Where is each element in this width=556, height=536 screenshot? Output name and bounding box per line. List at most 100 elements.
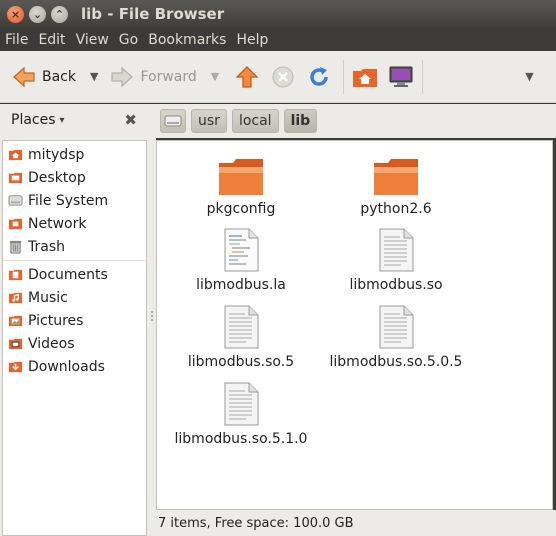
reload-button[interactable] <box>307 57 331 97</box>
stop-button[interactable] <box>271 57 295 97</box>
minimize-window-button[interactable]: ⌄ <box>29 5 46 23</box>
stop-icon <box>272 66 294 87</box>
drive-icon <box>164 115 182 127</box>
sidebar-item-mitydsp[interactable]: mitydsp <box>3 143 146 166</box>
forward-history-dropdown[interactable]: ▼ <box>211 70 219 83</box>
text-file-icon <box>224 382 259 426</box>
menu-bar: File Edit View Go Bookmarks Help <box>0 28 556 51</box>
desktop-folder-icon <box>8 172 23 184</box>
computer-button[interactable] <box>388 57 414 97</box>
back-label: Back <box>42 68 76 85</box>
folder-icon <box>8 269 23 281</box>
text-file-icon <box>379 228 414 272</box>
home-folder-icon <box>353 68 378 87</box>
places-header[interactable]: Places ▾ ✖ <box>0 104 149 136</box>
crumb-filesystem-root[interactable] <box>160 109 186 133</box>
sidebar: Places ▾ ✖ mitydsp Desktop File System N… <box>0 104 149 536</box>
pictures-folder-icon <box>8 315 23 327</box>
menu-edit[interactable]: Edit <box>33 32 70 48</box>
file-name: libmodbus.la <box>196 277 286 293</box>
file-view: pkgconfig python2.6 libmodbus.la libmodb… <box>156 140 553 510</box>
sidebar-item-label: Pictures <box>28 312 84 329</box>
back-history-dropdown[interactable]: ▼ <box>90 70 98 83</box>
chevron-down-icon: ▾ <box>59 114 65 126</box>
music-folder-icon <box>8 292 23 304</box>
menu-bookmarks[interactable]: Bookmarks <box>143 32 231 48</box>
sidebar-item-file-system[interactable]: File System <box>3 189 146 212</box>
file-item-file[interactable]: libmodbus.so <box>321 227 471 293</box>
sidebar-item-label: Desktop <box>28 169 86 186</box>
status-text: 7 items, Free space: 100.0 GB <box>158 515 354 531</box>
downloads-folder-icon <box>8 361 23 373</box>
menu-go[interactable]: Go <box>114 32 143 48</box>
back-button[interactable]: Back <box>12 57 76 97</box>
pane-splitter[interactable] <box>149 104 156 536</box>
videos-folder-icon <box>8 338 23 350</box>
splitter-grip <box>151 311 153 321</box>
file-name: libmodbus.so <box>349 277 443 293</box>
reload-icon <box>310 66 329 86</box>
path-bar: usr local lib <box>156 104 556 138</box>
computer-icon <box>389 66 413 87</box>
sidebar-item-pictures[interactable]: Pictures <box>3 309 146 332</box>
text-file-icon <box>379 305 414 349</box>
file-item-file[interactable]: libmodbus.so.5.0.5 <box>321 304 471 370</box>
file-item-file[interactable]: libmodbus.so.5.1.0 <box>166 381 316 447</box>
close-window-button[interactable]: × <box>7 5 24 23</box>
text-file-icon <box>224 305 259 349</box>
up-arrow-icon <box>235 65 259 88</box>
back-arrow-icon <box>13 66 35 87</box>
folder-icon <box>219 159 263 195</box>
menu-view[interactable]: View <box>71 32 114 48</box>
sidebar-item-music[interactable]: Music <box>3 286 146 309</box>
sidebar-item-label: Documents <box>28 266 108 283</box>
file-item-script[interactable]: libmodbus.la <box>166 227 316 293</box>
crumb-lib[interactable]: lib <box>283 109 318 133</box>
forward-arrow-icon <box>111 66 134 87</box>
toolbar: Back ▼ Forward ▼ ▼ <box>0 51 556 103</box>
sidebar-item-downloads[interactable]: Downloads <box>3 355 146 378</box>
title-bar: × ⌄ ⌃ lib - File Browser <box>0 0 556 28</box>
sidebar-item-documents[interactable]: Documents <box>3 263 146 286</box>
sidebar-item-label: Trash <box>28 238 65 255</box>
sidebar-item-videos[interactable]: Videos <box>3 332 146 355</box>
file-name: python2.6 <box>360 201 432 217</box>
sidebar-item-label: Music <box>28 289 68 306</box>
sidebar-item-label: Downloads <box>28 358 105 375</box>
sidebar-item-desktop[interactable]: Desktop <box>3 166 146 189</box>
places-list: mitydsp Desktop File System Network Tras… <box>2 140 147 536</box>
file-name: pkgconfig <box>206 201 276 217</box>
forward-button[interactable]: Forward <box>110 57 197 97</box>
file-item-folder[interactable]: python2.6 <box>321 157 471 217</box>
menu-file[interactable]: File <box>0 32 33 48</box>
sidebar-item-network[interactable]: Network <box>3 212 146 235</box>
script-file-icon <box>224 228 259 272</box>
folder-icon <box>374 159 418 195</box>
file-name: libmodbus.so.5 <box>187 354 295 370</box>
maximize-window-button[interactable]: ⌃ <box>51 5 68 23</box>
sidebar-item-label: Network <box>28 215 87 232</box>
trash-icon <box>9 240 22 254</box>
sidebar-item-label: File System <box>28 192 109 209</box>
sidebar-separator <box>3 260 146 261</box>
file-name: libmodbus.so.5.1.0 <box>174 431 308 447</box>
menu-help[interactable]: Help <box>231 32 273 48</box>
status-bar: 7 items, Free space: 100.0 GB <box>156 510 556 536</box>
network-icon <box>8 218 23 230</box>
file-name: libmodbus.so.5.0.5 <box>329 354 463 370</box>
sidebar-item-label: Videos <box>28 335 75 352</box>
crumb-usr[interactable]: usr <box>191 109 227 133</box>
file-item-folder[interactable]: pkgconfig <box>166 157 316 217</box>
sidebar-item-trash[interactable]: Trash <box>3 235 146 258</box>
home-button[interactable] <box>352 57 378 97</box>
up-button[interactable] <box>235 57 259 97</box>
close-sidebar-icon[interactable]: ✖ <box>124 111 137 129</box>
forward-label: Forward <box>140 68 197 85</box>
home-folder-icon <box>8 149 23 161</box>
file-item-file[interactable]: libmodbus.so.5 <box>166 304 316 370</box>
toolbar-overflow-button[interactable]: ▼ <box>525 70 533 83</box>
sidebar-item-label: mitydsp <box>28 146 85 163</box>
drive-icon <box>8 195 23 206</box>
crumb-local[interactable]: local <box>231 109 279 133</box>
toolbar-separator-2 <box>422 59 424 94</box>
